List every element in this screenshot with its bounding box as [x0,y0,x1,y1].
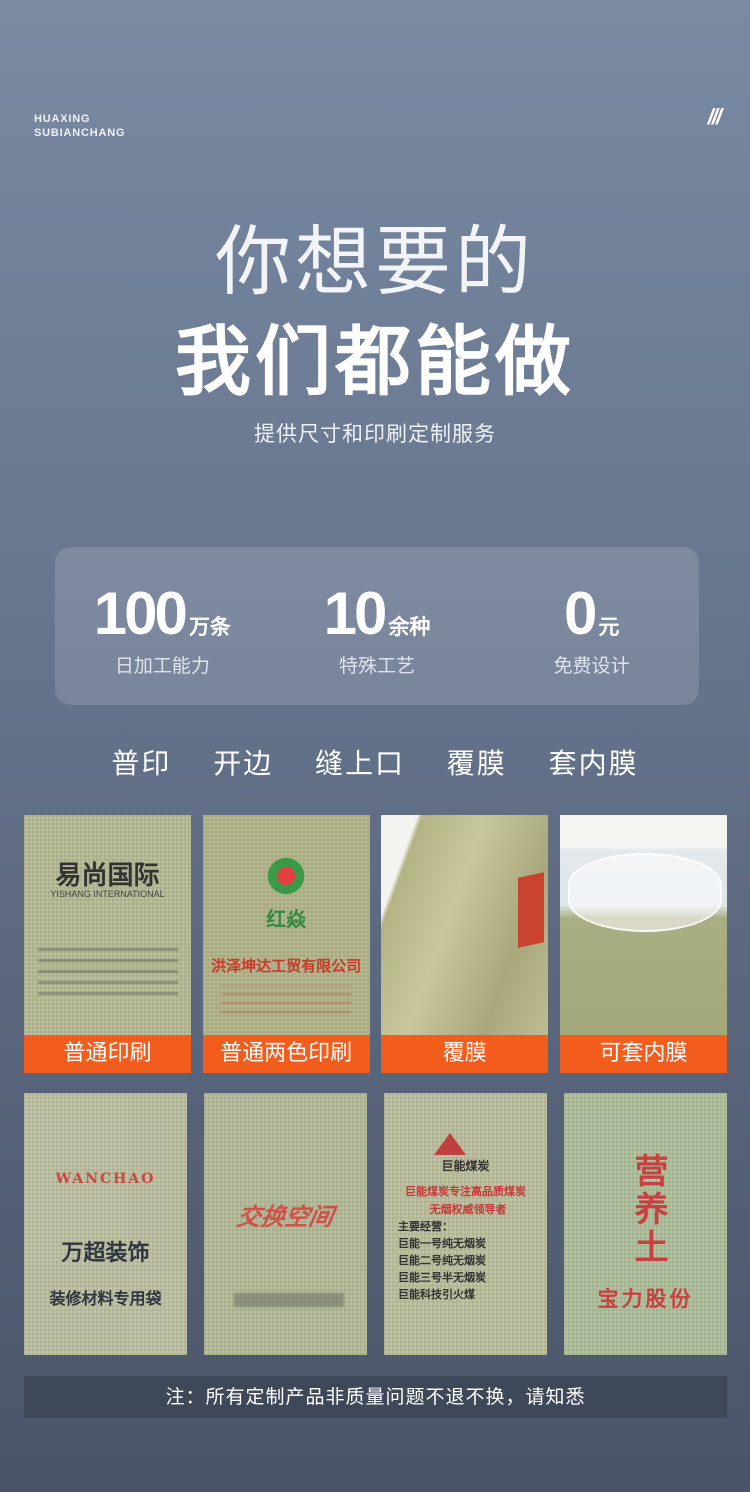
bag-print-title: 万超装饰 [61,1240,150,1266]
bag-print-subtitle: YISHANG INTERNATIONAL [50,889,165,899]
stat-label: 免费设计 [553,655,630,677]
stat-label: 日加工能力 [114,655,210,677]
bag-print-title: 巨能煤炭 [441,1159,490,1173]
bag-print-title: 交换空间 [234,1202,336,1231]
bag-print-logo: WANCHAO [55,1171,156,1187]
brand-line-1: HUAXING [34,113,91,125]
red-print-fragment [518,872,545,948]
bag-print-blurred-text [220,985,351,1013]
card-caption: 普通印刷 [24,1035,191,1073]
bag-print-subtitle: 宝力股份 [597,1286,694,1311]
bag-print-line: 巨能科技引火煤 [398,1288,475,1301]
bag-print-subtitle: 洪泽坤达工贸有限公司 [211,957,362,975]
hero-line-1: 你想要的 [215,217,535,306]
bag-print-line: 巨能三号半无烟炭 [398,1271,486,1284]
features-list: 普印 开边 缝上口 覆膜 套内膜 [111,747,639,780]
stat-value: 10 [323,580,388,647]
bag-print-title: 红焱 [266,907,307,931]
brand-logo-text: HUAXING SUBIANCHANG [34,112,125,140]
bag-print-blurred-text [38,940,178,995]
bag-print-subtitle: 巨能煤炭专注高品质煤炭 [405,1185,526,1198]
bag-photo [24,1093,187,1355]
bag-print-line: 巨能二号纯无烟炭 [398,1254,486,1267]
stats-panel: 100 万条 日加工能力 10 余种 特殊工艺 0元 免费设计 [55,547,699,705]
hero-subtitle: 提供尺寸和印刷定制服务 [254,422,496,446]
hero-line-2: 我们都能做 [175,317,575,406]
stat-value: 100 [93,580,188,647]
product-card-inner-liner[interactable]: 可套内膜 [559,815,727,1073]
bag-print-line: 巨能一号纯无烟炭 [398,1237,486,1250]
bag-print-subtitle: 装修材料专用袋 [49,1289,162,1308]
inner-liner-film [567,853,722,932]
product-card-exchange-space: 交换空间 [204,1093,367,1355]
product-card-two-color-print[interactable]: 红焱 洪泽坤达工贸有限公司 普通两色印刷 [202,815,370,1073]
disclaimer-note: 注：所有定制产品非质量问题不退不换，请知悉 [24,1376,727,1418]
stat-unit: 万条 [188,615,231,639]
bag-print-lines: 无烟权威领导者 主要经营： 巨能一号纯无烟炭 巨能二号纯无烟炭 巨能三号半无烟炭… [398,1201,538,1303]
flower-logo-icon [264,855,307,897]
bag-print-title: 营养土 [628,1153,668,1267]
stat-label: 特殊工艺 [339,655,416,677]
bag-print-blurred-text [234,1293,344,1307]
product-card-nutrient-soil: 营养土 宝力股份 [564,1093,727,1355]
product-card-plain-print[interactable]: 易尚国际 YISHANG INTERNATIONAL 普通印刷 [24,815,191,1073]
bag-print-title: 易尚国际 [55,861,160,891]
product-card-laminated[interactable]: 覆膜 [381,815,549,1073]
card-caption: 可套内膜 [559,1035,727,1073]
product-card-wanchao: WANCHAO 万超装饰 装修材料专用袋 [24,1093,187,1355]
stat-capacity: 100 万条 日加工能力 [55,547,270,705]
brand-line-2: SUBIANCHANG [34,127,126,139]
bag-print-line: 主要经营： [398,1220,453,1233]
product-grid-row-1: 易尚国际 YISHANG INTERNATIONAL 普通印刷 红焱 洪泽坤达工… [24,815,727,1073]
product-grid-row-2: WANCHAO 万超装饰 装修材料专用袋 交换空间 巨能煤炭 巨能煤炭专注高品质… [24,1093,727,1355]
stat-value: 0 [563,580,597,647]
product-card-juneng-coal: 巨能煤炭 巨能煤炭专注高品质煤炭 无烟权威领导者 主要经营： 巨能一号纯无烟炭 … [384,1093,547,1355]
stat-unit: 元 [598,615,620,639]
card-caption: 普通两色印刷 [202,1035,370,1073]
stat-design: 0元 免费设计 [484,547,699,705]
brand-slash-mark: /// [707,104,722,129]
bag-print-line: 无烟权威领导者 [429,1203,507,1216]
card-caption: 覆膜 [381,1035,549,1073]
stat-unit: 余种 [388,615,431,639]
stat-processes: 10 余种 特殊工艺 [270,547,485,705]
coal-logo-icon [434,1133,466,1155]
